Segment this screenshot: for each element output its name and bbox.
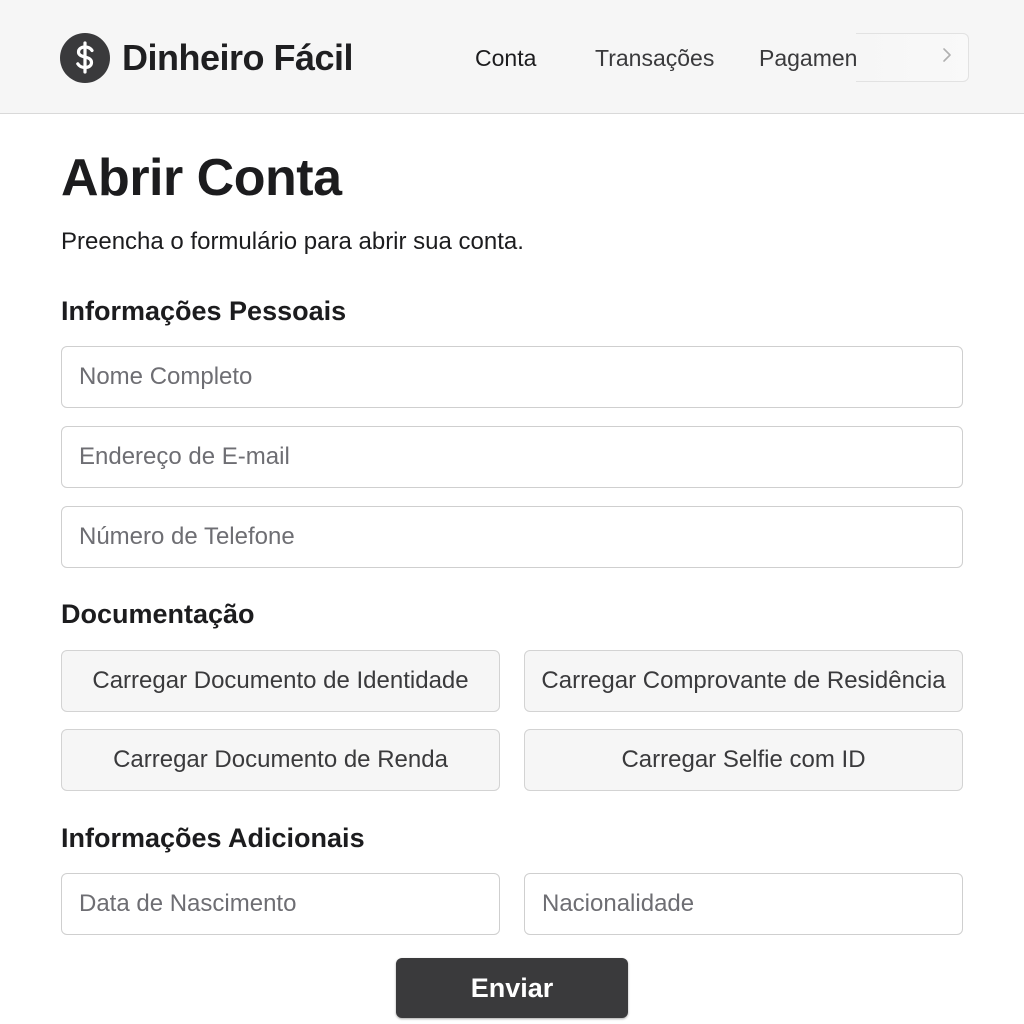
page-subtitle: Preencha o formulário para abrir sua con… (61, 228, 524, 255)
phone-input[interactable] (61, 506, 963, 568)
nationality-input[interactable] (524, 873, 963, 935)
birth-date-input[interactable] (61, 873, 500, 935)
full-name-input[interactable] (61, 346, 963, 408)
email-input[interactable] (61, 426, 963, 488)
submit-button[interactable]: Enviar (396, 958, 628, 1018)
upload-income-document-button[interactable]: Carregar Documento de Renda (61, 729, 500, 791)
section-heading-personal: Informações Pessoais (61, 296, 347, 326)
section-heading-documents: Documentação (61, 599, 255, 629)
chevron-right-icon (942, 47, 952, 68)
upload-selfie-with-id-button[interactable]: Carregar Selfie com ID (524, 729, 963, 791)
top-bar: Dinheiro Fácil Conta Transações Pagament… (0, 0, 1024, 114)
upload-proof-of-address-button[interactable]: Carregar Comprovante de Residência (524, 650, 963, 712)
nav-scroll-button[interactable] (856, 33, 969, 82)
nav-item-conta[interactable]: Conta (475, 40, 536, 76)
page-title: Abrir Conta (61, 149, 342, 207)
nav-item-transacoes[interactable]: Transações (595, 40, 714, 76)
upload-id-button[interactable]: Carregar Documento de Identidade (61, 650, 500, 712)
section-heading-additional: Informações Adicionais (61, 823, 365, 853)
